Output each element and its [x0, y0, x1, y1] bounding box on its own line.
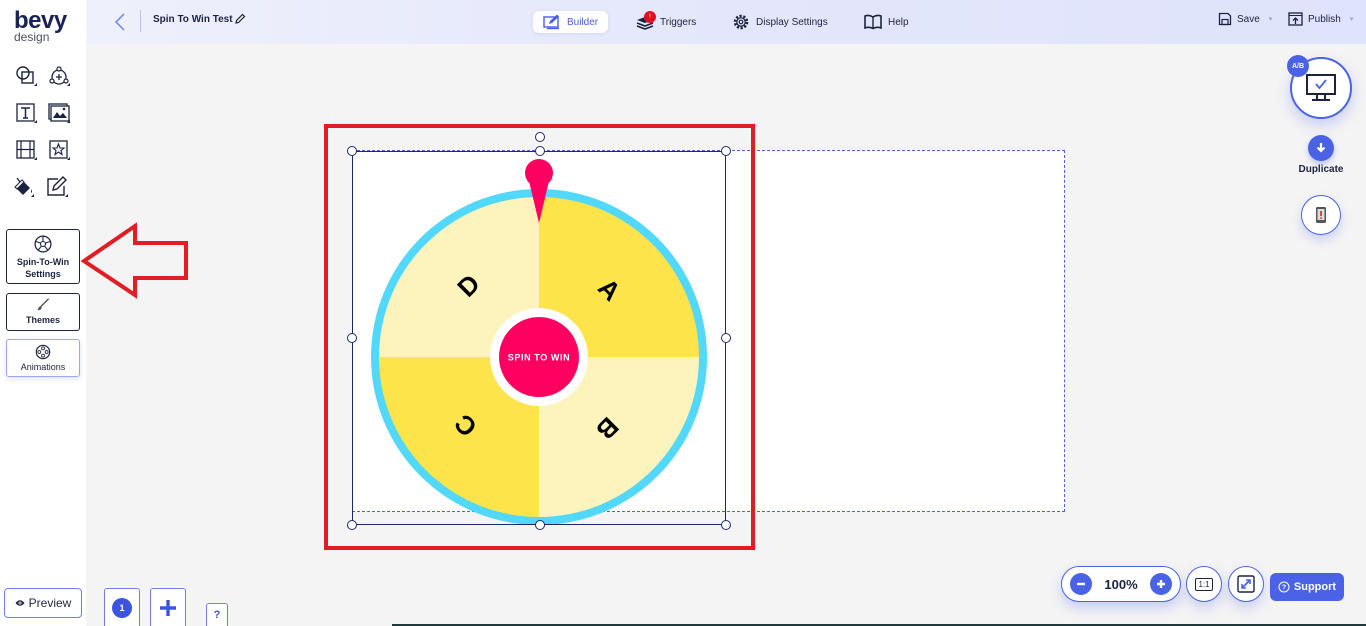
top-header: Spin To Win Test Builder ! Triggers Disp… [86, 0, 1366, 44]
support-button[interactable]: ? Support [1270, 573, 1344, 601]
animations-button[interactable]: Animations [6, 339, 80, 377]
edit-icon [47, 176, 68, 197]
tab-display-settings-label: Display Settings [756, 16, 828, 28]
publish-caret-icon: ▾ [1349, 16, 1354, 23]
publish-button[interactable]: Publish ▾ [1288, 12, 1353, 26]
wheel-pointer-head [525, 159, 553, 187]
save-button[interactable]: Save ▾ [1218, 12, 1272, 26]
themes-button[interactable]: Themes [6, 293, 80, 331]
shapes-icon [16, 66, 37, 86]
video-tool[interactable] [13, 137, 39, 163]
resize-handle-left[interactable] [347, 333, 357, 343]
tab-builder[interactable]: Builder [533, 11, 609, 33]
tab-display-settings[interactable]: Display Settings [722, 11, 838, 33]
mobile-warning-icon [1316, 207, 1326, 223]
rename-pencil-icon[interactable] [234, 13, 246, 25]
spin-settings-label-line1: Spin-To-Win [16, 256, 70, 267]
publish-label: Publish [1308, 13, 1341, 25]
arrow-down-icon [1316, 143, 1326, 153]
actual-size-button[interactable]: 1:1 [1186, 566, 1222, 602]
tab-help-label: Help [888, 16, 909, 28]
spin-wheel-element[interactable]: A B C D SPIN TO WIN [352, 151, 726, 525]
book-icon [864, 14, 882, 30]
duplicate-button[interactable] [1308, 135, 1334, 161]
tab-help[interactable]: Help [854, 11, 919, 33]
edit-tool[interactable] [44, 174, 70, 200]
fit-to-screen-button[interactable] [1228, 566, 1264, 602]
preview-button[interactable]: Preview [4, 588, 82, 618]
resize-handle-top-right[interactable] [721, 146, 731, 156]
center-label: SPIN TO WIN [508, 352, 570, 362]
text-icon [16, 103, 37, 123]
zoom-value: 100% [1104, 576, 1138, 592]
red-arrow-annotation [80, 222, 188, 299]
fill-tool[interactable] [10, 174, 36, 200]
svg-text:?: ? [1282, 585, 1286, 592]
image-tool[interactable] [46, 100, 72, 126]
header-divider [140, 10, 141, 32]
duplicate-label: Duplicate [1298, 164, 1344, 175]
zoom-control: 100% [1061, 566, 1181, 602]
save-caret-icon: ▾ [1268, 16, 1273, 23]
question-circle-icon: ? [1278, 581, 1290, 593]
resize-handle-bottom-left[interactable] [347, 520, 357, 530]
publish-icon [1288, 12, 1303, 26]
paint-bucket-icon [14, 177, 34, 197]
eye-icon [15, 600, 25, 606]
desktop-monitor-icon [1306, 74, 1336, 101]
actual-size-label: 1:1 [1195, 577, 1213, 591]
resize-handle-bottom[interactable] [535, 520, 545, 530]
brush-icon [37, 298, 49, 311]
expand-icon [1237, 575, 1255, 593]
resize-handle-top[interactable] [535, 146, 545, 156]
animations-label: Animations [20, 361, 66, 372]
rotate-handle[interactable] [535, 132, 545, 142]
shapes-tool[interactable] [13, 63, 39, 89]
gear-icon [733, 14, 749, 30]
tab-triggers-label: Triggers [660, 16, 697, 28]
mobile-view-button[interactable] [1301, 195, 1341, 235]
add-page-button[interactable] [150, 588, 186, 626]
zoom-out-button[interactable] [1070, 573, 1092, 595]
themes-label: Themes [25, 315, 60, 325]
film-reel-icon [35, 344, 51, 359]
resize-handle-bottom-right[interactable] [721, 520, 731, 530]
tab-builder-label: Builder [567, 16, 599, 28]
project-title: Spin To Win Test [153, 14, 233, 25]
page-1-tab[interactable]: 1 [104, 588, 140, 626]
minus-icon [1077, 582, 1085, 586]
tab-triggers[interactable]: ! Triggers [626, 11, 706, 33]
save-label: Save [1237, 13, 1260, 25]
preview-label: Preview [28, 596, 72, 610]
plus-icon [1157, 580, 1165, 588]
bevy-logo[interactable]: bevy design [14, 7, 67, 44]
builder-icon [543, 14, 559, 30]
save-icon [1218, 12, 1232, 26]
film-icon [16, 140, 37, 160]
spin-to-win-settings-button[interactable]: Spin-To-Win Settings [6, 229, 80, 284]
back-arrow-icon[interactable] [112, 12, 130, 32]
help-button[interactable]: ? [206, 603, 228, 626]
triggers-alert-badge: ! [644, 11, 656, 23]
image-icon [48, 103, 70, 123]
ab-test-badge[interactable]: A/B [1287, 55, 1309, 77]
resize-handle-right[interactable] [721, 333, 731, 343]
left-sidebar: bevy design Spin-To-Win Settings Themes … [0, 0, 86, 626]
wheel-icon [34, 234, 52, 253]
add-element-icon [49, 66, 70, 86]
logo-main: bevy [14, 7, 67, 34]
page-number: 1 [112, 597, 132, 618]
add-element-tool[interactable] [46, 63, 72, 89]
resize-handle-top-left[interactable] [347, 146, 357, 156]
plus-icon [160, 599, 176, 616]
text-tool[interactable] [13, 100, 39, 126]
star-icon [49, 140, 70, 160]
zoom-in-button[interactable] [1150, 573, 1172, 595]
icon-tool[interactable] [46, 137, 72, 163]
support-label: Support [1293, 581, 1337, 593]
spin-settings-label-line2: Settings [25, 268, 61, 279]
